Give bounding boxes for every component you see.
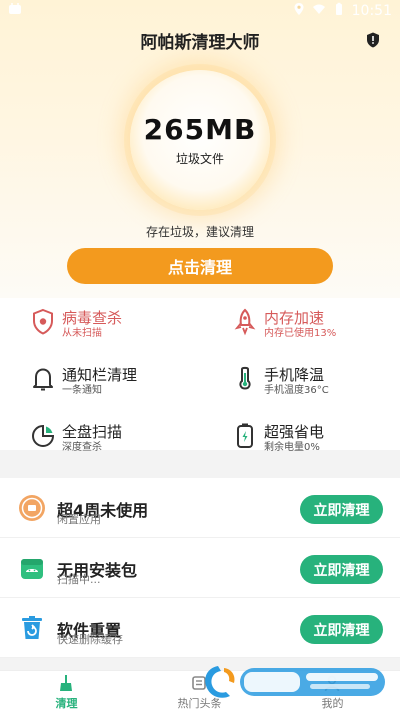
broom-icon bbox=[57, 674, 75, 692]
tool-subtitle: 内存已使用13% bbox=[264, 328, 337, 339]
bell-icon bbox=[30, 365, 56, 393]
list-item[interactable]: 超4周未使用 闲置应用 立即清理 bbox=[0, 478, 400, 538]
disk-scan-icon bbox=[30, 422, 56, 450]
status-bar: 10:51 bbox=[0, 0, 400, 22]
virus-shield-icon bbox=[30, 308, 56, 336]
list-item[interactable]: 无用安装包 扫描中... 立即清理 bbox=[0, 538, 400, 598]
android-package-icon bbox=[18, 554, 46, 582]
app-title: 阿帕斯清理大师 bbox=[140, 33, 260, 53]
thermometer-icon bbox=[232, 365, 258, 393]
nav-tab-label: 清理 bbox=[55, 697, 78, 710]
tool-memory-boost[interactable]: 内存加速 内存已使用13% bbox=[232, 298, 400, 342]
shield-alert-icon[interactable] bbox=[366, 32, 380, 48]
tool-notification-clean[interactable]: 通知栏清理 一条通知 bbox=[30, 355, 210, 399]
clean-now-button[interactable]: 点击清理 bbox=[67, 248, 333, 284]
scan-header-area: 10:51 阿帕斯清理大师 265MB 垃圾文件 存在垃圾，建议清理 点击清理 bbox=[0, 0, 400, 298]
trash-reset-icon bbox=[18, 614, 46, 642]
battery-status-icon bbox=[332, 2, 346, 20]
tool-power-saving[interactable]: 超强省电 剩余电量0% bbox=[232, 412, 400, 456]
tool-virus-scan[interactable]: 病毒查杀 从未扫描 bbox=[30, 298, 210, 342]
clean-now-button[interactable]: 立即清理 bbox=[300, 495, 383, 524]
status-time: 10:51 bbox=[351, 3, 392, 19]
tool-subtitle: 剩余电量0% bbox=[264, 442, 320, 453]
tool-full-scan[interactable]: 全盘扫描 深度查杀 bbox=[30, 412, 210, 456]
clean-task-list: 超4周未使用 闲置应用 立即清理 无用安装包 扫描中... 立即清理 软件重置 … bbox=[0, 478, 400, 658]
clean-now-button[interactable]: 立即清理 bbox=[300, 555, 383, 584]
tool-subtitle: 深度查杀 bbox=[62, 442, 102, 453]
tool-subtitle: 手机温度36°C bbox=[264, 385, 329, 396]
list-item[interactable]: 软件重置 快速删除缓存 立即清理 bbox=[0, 598, 400, 658]
location-icon bbox=[292, 2, 306, 20]
rocket-icon bbox=[232, 308, 258, 336]
idle-apps-icon bbox=[18, 494, 46, 522]
junk-size-ring: 265MB 垃圾文件 bbox=[130, 70, 270, 210]
site-watermark-logo bbox=[200, 660, 390, 706]
clean-now-button[interactable]: 立即清理 bbox=[300, 615, 383, 644]
junk-hint-text: 存在垃圾，建议清理 bbox=[145, 225, 254, 239]
tools-grid: 病毒查杀 从未扫描 内存加速 内存已使用13% 通知栏清理 一条通知 手机降温 … bbox=[0, 298, 400, 453]
tool-subtitle: 一条通知 bbox=[62, 385, 102, 396]
tool-phone-cooling[interactable]: 手机降温 手机温度36°C bbox=[232, 355, 400, 399]
junk-size-label: 垃圾文件 bbox=[175, 152, 224, 166]
junk-size-value: 265MB bbox=[143, 113, 257, 146]
list-item-subtitle: 快速删除缓存 bbox=[57, 633, 123, 646]
list-item-subtitle: 闲置应用 bbox=[57, 513, 101, 526]
wifi-icon bbox=[312, 2, 326, 20]
notification-icon bbox=[8, 2, 22, 20]
nav-tab-clean[interactable]: 清理 bbox=[0, 671, 133, 712]
battery-icon bbox=[232, 422, 258, 450]
list-item-subtitle: 扫描中... bbox=[57, 573, 101, 586]
tool-subtitle: 从未扫描 bbox=[62, 328, 102, 339]
